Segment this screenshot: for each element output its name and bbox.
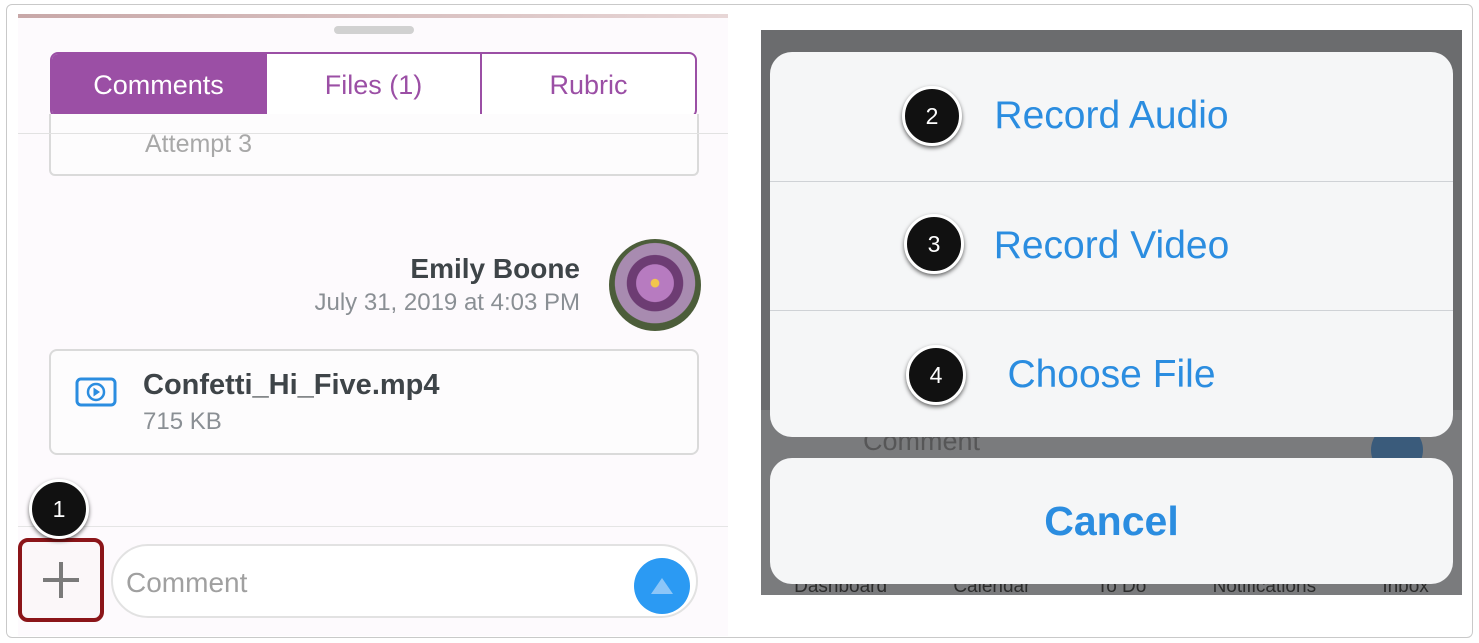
- step-badge-2: 2: [902, 86, 962, 146]
- tab-comments[interactable]: Comments: [52, 54, 267, 116]
- comment-placeholder: Comment: [126, 567, 248, 598]
- cancel-button[interactable]: Cancel: [770, 458, 1453, 584]
- plus-icon: [43, 562, 79, 598]
- attachment-name: Confetti_Hi_Five.mp4: [143, 369, 440, 401]
- video-file-icon: [75, 377, 117, 407]
- segmented-tabs: Comments Files (1) Rubric: [50, 52, 697, 118]
- submission-comments-panel: Comments Files (1) Rubric Attempt 3 Emil…: [18, 14, 728, 636]
- attachment-action-sheet-screen: Comment Dashboard Calendar To Do Notific…: [761, 30, 1462, 595]
- add-attachment-button[interactable]: [18, 538, 104, 622]
- action-sheet: Record Audio Record Video Choose File: [770, 52, 1453, 437]
- step-badge-3: 3: [904, 214, 964, 274]
- comment-timestamp: July 31, 2019 at 4:03 PM: [314, 289, 581, 316]
- step-badge-4: 4: [906, 345, 966, 405]
- header-strip: [18, 14, 728, 18]
- attachment-card[interactable]: Confetti_Hi_Five.mp4 715 KB: [49, 349, 699, 455]
- send-up-arrow-icon: [651, 578, 673, 594]
- attachment-size: 715 KB: [143, 408, 222, 435]
- tab-files[interactable]: Files (1): [267, 54, 482, 116]
- composer-divider: [18, 526, 728, 527]
- attempt-label: Attempt 3: [145, 130, 252, 158]
- record-audio-option[interactable]: Record Audio: [770, 52, 1453, 180]
- avatar: [609, 239, 701, 331]
- record-video-option[interactable]: Record Video: [770, 181, 1453, 309]
- choose-file-option[interactable]: Choose File: [770, 310, 1453, 437]
- comment-author: Emily Boone: [410, 253, 580, 284]
- drawer-handle[interactable]: [334, 26, 414, 34]
- step-badge-1: 1: [29, 479, 89, 539]
- attempt-card[interactable]: Attempt 3: [49, 114, 699, 176]
- tab-rubric[interactable]: Rubric: [482, 54, 695, 116]
- send-button[interactable]: [634, 558, 690, 614]
- tabs-divider: [18, 133, 728, 134]
